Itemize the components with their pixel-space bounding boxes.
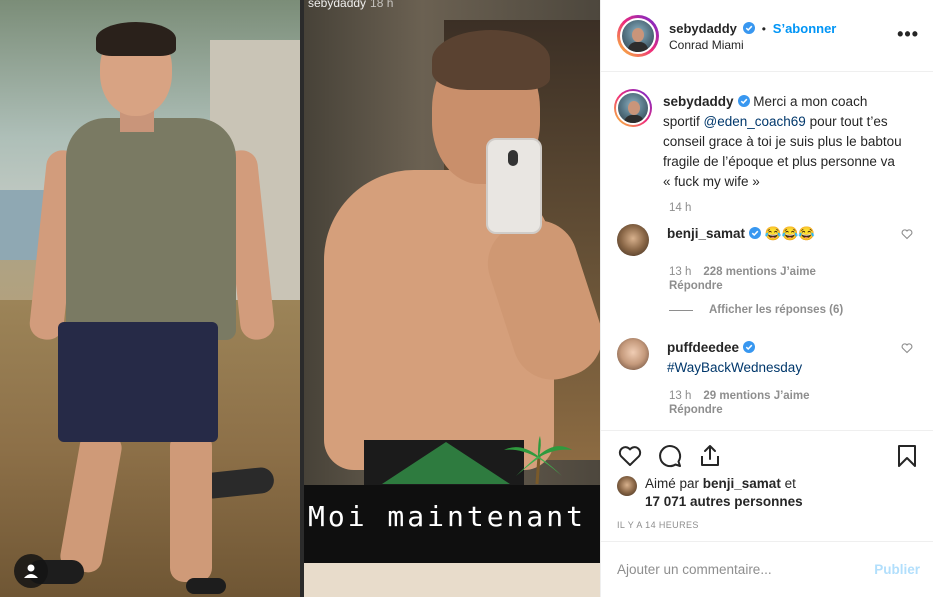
sticker-caption: Moi maintenant — [308, 500, 587, 533]
comment-username[interactable]: puffdeedee — [667, 340, 739, 355]
comment-likes[interactable]: 29 mentions J’aime — [703, 390, 809, 402]
story-overlay-label: sebydaddy 18 h — [308, 0, 394, 10]
follow-button[interactable]: S’abonner — [773, 21, 837, 36]
action-bar — [601, 430, 933, 480]
post-header: sebydaddy • S’abonner Conrad Miami ••• — [601, 0, 933, 72]
author-avatar[interactable] — [617, 14, 659, 57]
verified-badge-icon — [743, 341, 756, 353]
other-likers-link[interactable]: 17 071 autres personnes — [645, 494, 803, 509]
caption-avatar[interactable] — [614, 89, 652, 127]
comment-username[interactable]: benji_samat — [667, 226, 745, 241]
before-photo — [0, 0, 300, 597]
palm-tree-sticker — [504, 436, 572, 484]
caption-time: 14 h — [669, 202, 692, 214]
hashtag-link[interactable]: #WayBackWednesday — [667, 360, 802, 375]
comment-input[interactable] — [617, 562, 857, 577]
location-link[interactable]: Conrad Miami — [669, 38, 836, 52]
add-comment-bar: Publier — [601, 541, 933, 597]
caption: sebydaddy Merci a mon coach sportif @ede… — [614, 89, 917, 192]
publish-button[interactable]: Publier — [874, 562, 920, 577]
comments-section: sebydaddy Merci a mon coach sportif @ede… — [601, 72, 933, 430]
verified-badge-icon — [749, 227, 762, 239]
comment-time: 13 h — [669, 266, 692, 278]
comment-likes[interactable]: 228 mentions J’aime — [703, 266, 816, 278]
reply-button[interactable]: Répondre — [669, 404, 905, 416]
likes-summary: Aimé par benji_samat et 17 071 autres pe… — [617, 475, 803, 511]
share-icon[interactable] — [697, 443, 723, 469]
verified-badge-icon — [742, 21, 755, 34]
after-photo: sebydaddy 18 h Moi maintenant — [304, 0, 600, 597]
post-sidebar: sebydaddy • S’abonner Conrad Miami ••• s… — [600, 0, 933, 597]
mention-link[interactable]: @eden_coach69 — [704, 114, 806, 129]
user-tag-icon — [24, 564, 38, 578]
header-separator: • — [761, 21, 766, 36]
commenter-avatar[interactable] — [617, 338, 649, 370]
post-media[interactable]: sebydaddy 18 h Moi maintenant — [0, 0, 600, 597]
comment-like-icon[interactable] — [901, 342, 913, 354]
comment-time: 13 h — [669, 390, 692, 402]
comment-item: benji_samat 😂😂😂 — [617, 224, 917, 256]
comment-bubble-icon[interactable] — [657, 443, 683, 469]
author-username[interactable]: sebydaddy — [669, 21, 737, 36]
post-timestamp[interactable]: IL Y A 14 HEURES — [617, 520, 699, 530]
reply-button[interactable]: Répondre — [669, 280, 905, 292]
house-sticker — [382, 442, 510, 484]
commenter-avatar[interactable] — [617, 224, 649, 256]
user-tag-button[interactable] — [14, 554, 48, 588]
comment-like-icon[interactable] — [901, 228, 913, 240]
bookmark-icon[interactable] — [894, 443, 920, 469]
more-options-icon[interactable]: ••• — [897, 24, 919, 45]
phone-image — [486, 138, 542, 234]
liker-avatar[interactable] — [617, 476, 637, 496]
liker-username[interactable]: benji_samat — [703, 476, 781, 491]
comment-item: puffdeedee #WayBackWednesday — [617, 338, 917, 378]
verified-badge-icon — [737, 95, 750, 107]
view-replies-button[interactable]: Afficher les réponses (6) — [669, 304, 917, 316]
heart-icon[interactable] — [617, 443, 643, 469]
caption-username[interactable]: sebydaddy — [663, 94, 734, 109]
comment-text: 😂😂😂 — [764, 226, 816, 241]
